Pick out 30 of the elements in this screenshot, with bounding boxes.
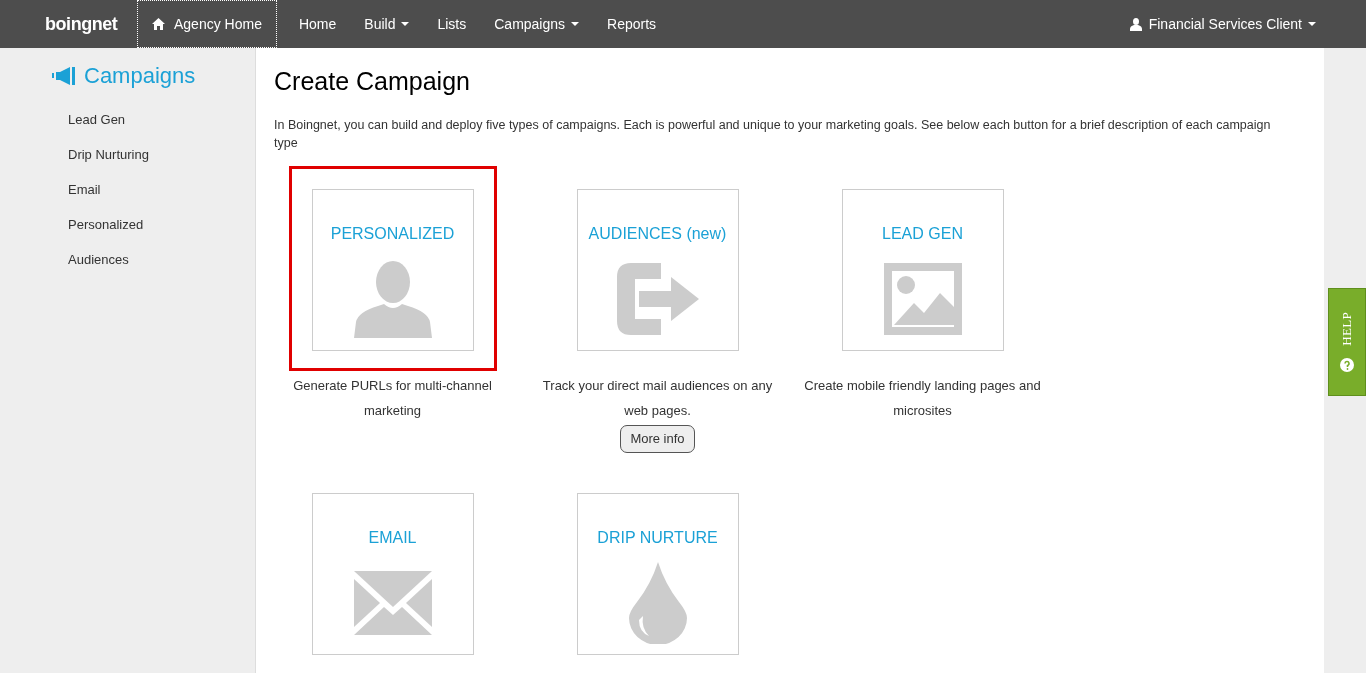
home-icon: [152, 18, 165, 30]
intro-text: In Boingnet, you can build and deploy five types of campaigns. Each is powerful and unique to your marketing goals. See below each button for a brief description of each campaign type: [274, 116, 1272, 152]
sidebar-link[interactable]: Personalized: [68, 216, 255, 251]
user-icon: [1129, 17, 1142, 31]
sidebar-link[interactable]: Email: [68, 181, 255, 216]
card-description: Create mobile friendly landing pages and microsites: [803, 376, 1042, 420]
nav-link[interactable]: Lists: [423, 13, 481, 35]
exit-arrow-icon: [616, 262, 699, 335]
sidebar-link[interactable]: Lead Gen: [68, 111, 255, 146]
question-icon: [1340, 357, 1354, 372]
page-title: Create Campaign: [274, 66, 471, 97]
drop-icon: [628, 561, 687, 644]
sidebar-title: Campaigns: [52, 59, 255, 92]
logo[interactable]: boingnet: [45, 12, 121, 36]
envelope-icon: [353, 570, 432, 635]
megaphone-icon: [52, 66, 76, 85]
nav-link[interactable]: Home: [284, 13, 351, 35]
caret-icon: [1308, 22, 1316, 26]
sidebar-link[interactable]: Drip Nurturing: [68, 146, 255, 181]
nav-link[interactable]: Campaigns: [480, 13, 594, 35]
more-info-button[interactable]: More info: [620, 424, 695, 453]
agency-home-link[interactable]: Agency Home: [137, 0, 277, 48]
card-description: Track your direct mail audiences on any web pages.: [541, 376, 774, 420]
nav-link[interactable]: Reports: [593, 13, 671, 35]
person-icon: [353, 259, 432, 338]
sidebar-link[interactable]: Audiences: [68, 251, 255, 286]
nav-link[interactable]: Build: [350, 13, 424, 35]
image-icon: [883, 262, 962, 335]
card-description: Generate PURLs for multi-channel marketing: [292, 376, 493, 420]
user-menu[interactable]: Financial Services Client: [1129, 13, 1316, 35]
